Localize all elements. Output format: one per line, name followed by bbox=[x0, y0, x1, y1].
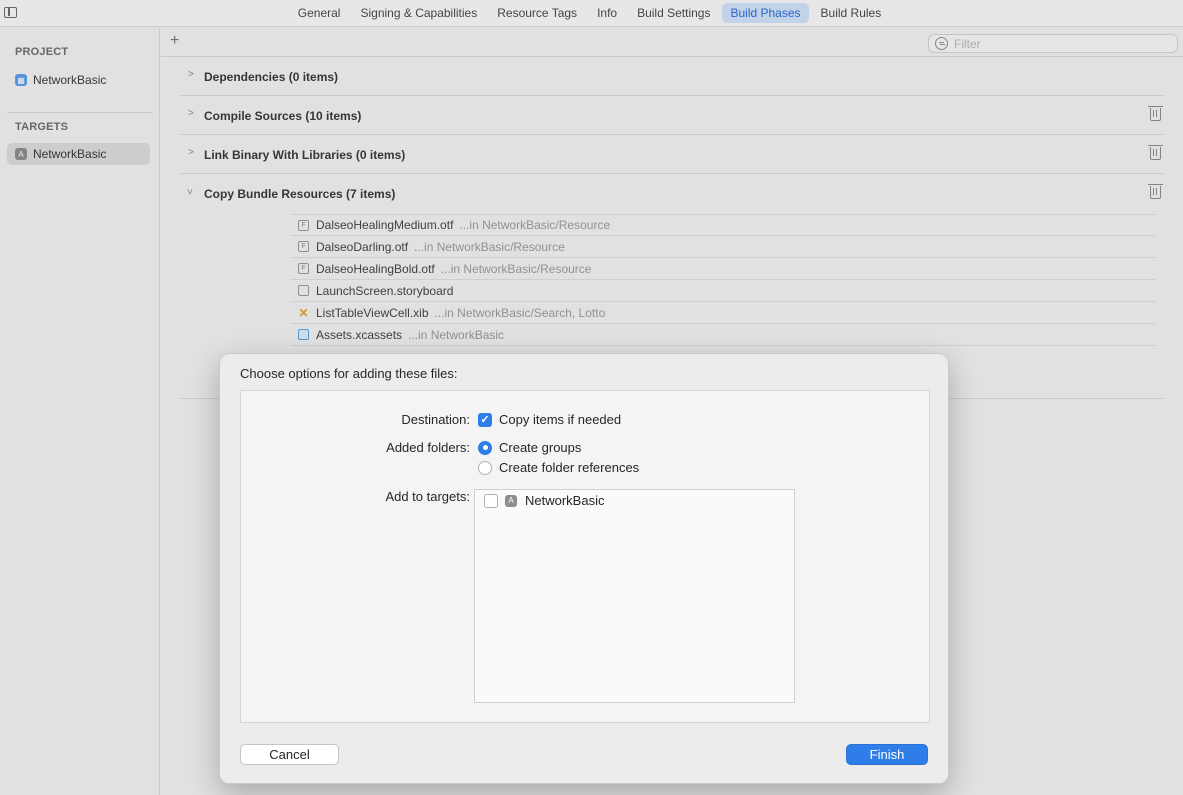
destination-label: Destination: bbox=[401, 412, 470, 427]
copy-items-option[interactable]: ✓ Copy items if needed bbox=[478, 412, 621, 427]
added-folders-label: Added folders: bbox=[386, 440, 470, 455]
dialog-title: Choose options for adding these files: bbox=[240, 366, 458, 381]
targets-list: A NetworkBasic bbox=[474, 489, 795, 703]
create-groups-label: Create groups bbox=[499, 440, 582, 455]
create-folder-references-label: Create folder references bbox=[499, 460, 640, 475]
app-target-icon: A bbox=[505, 494, 517, 507]
copy-items-label: Copy items if needed bbox=[499, 412, 622, 427]
create-groups-option[interactable]: Create groups bbox=[478, 440, 581, 455]
add-files-dialog: Choose options for adding these files: D… bbox=[219, 353, 949, 784]
create-folder-references-option[interactable]: Create folder references bbox=[478, 460, 639, 475]
cancel-button[interactable]: Cancel bbox=[240, 744, 339, 765]
options-panel: Destination: ✓ Copy items if needed Adde… bbox=[240, 390, 930, 723]
add-to-targets-label: Add to targets: bbox=[385, 489, 470, 504]
copy-items-checkbox[interactable]: ✓ bbox=[478, 412, 492, 427]
create-groups-radio[interactable] bbox=[478, 440, 492, 455]
target-name: NetworkBasic bbox=[525, 493, 605, 508]
create-folder-references-radio[interactable] bbox=[478, 460, 492, 475]
finish-button[interactable]: Finish bbox=[846, 744, 928, 765]
target-row[interactable]: A NetworkBasic bbox=[484, 493, 604, 508]
target-checkbox[interactable] bbox=[484, 493, 498, 508]
